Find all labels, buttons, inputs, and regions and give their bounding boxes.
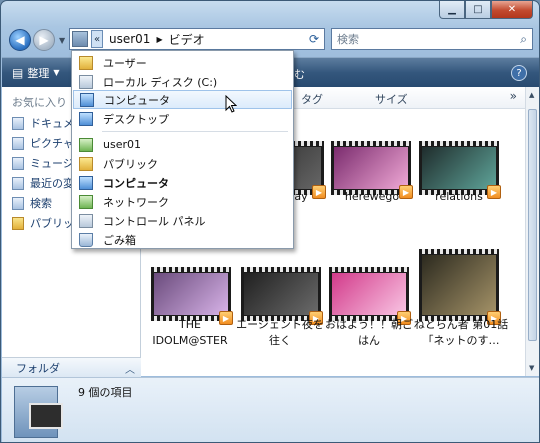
address-bar[interactable]: « user01 ▶ ビデオ — [69, 28, 325, 50]
user-folder-icon — [79, 137, 93, 152]
video-folder-icon — [14, 386, 63, 438]
maximize-icon: □ — [473, 4, 483, 15]
refresh-icon: ⟳ — [308, 32, 320, 46]
folders-label: フォルダ — [16, 361, 60, 375]
organize-dropdown-icon: ▼ — [53, 68, 60, 77]
favorite-pictures[interactable]: ピクチャ — [12, 135, 74, 151]
maximize-button[interactable]: □ — [465, 1, 491, 19]
menu-item-recycle-bin[interactable]: ごみ箱 — [73, 230, 292, 249]
network-icon — [79, 194, 93, 209]
video-title[interactable]: おはよう！！朝ごはん — [325, 317, 413, 349]
computer-icon — [79, 175, 93, 190]
menu-label: コンピュータ — [103, 176, 169, 190]
menu-label: コントロール パネル — [103, 214, 206, 228]
recycle-bin-icon — [79, 232, 93, 247]
menu-label: ネットワーク — [103, 195, 169, 209]
explorer-window: ▁ □ ✕ ◀ ▶ ▼ « user01 ▶ ビデオ ⟳ 検索 ⌕ ▤ 整理 ▼… — [0, 0, 540, 443]
organize-button[interactable]: ▤ 整理 ▼ — [12, 65, 60, 81]
caret-up-icon: ︿ — [125, 365, 135, 376]
folders-toggle-bar[interactable]: フォルダ ︿ — [2, 357, 141, 377]
breadcrumb-separator-icon[interactable]: ▶ — [156, 35, 162, 44]
menu-item-network[interactable]: ネットワーク — [73, 192, 292, 211]
favorite-label: ピクチャ — [30, 137, 74, 150]
menu-item-computer[interactable]: コンピュータ — [73, 173, 292, 192]
video-title[interactable]: THE IDOLM@STER — [147, 317, 233, 349]
film-frame — [419, 249, 499, 321]
menu-item-users[interactable]: ユーザー — [73, 53, 292, 72]
folder-location-icon — [72, 31, 88, 47]
forward-button[interactable]: ▶ — [33, 29, 55, 51]
search-icon[interactable]: ⌕ — [520, 32, 527, 47]
caption-buttons: ▁ □ ✕ — [439, 1, 533, 19]
public-folder-icon — [12, 216, 24, 230]
menu-label: ごみ箱 — [103, 233, 136, 247]
minimize-button[interactable]: ▁ — [439, 1, 465, 19]
refresh-button[interactable]: ⟳ — [305, 30, 323, 48]
breadcrumb-user01[interactable]: user01 — [109, 32, 150, 46]
menu-label: ローカル ディスク (C:) — [103, 75, 218, 89]
help-button[interactable]: ? — [511, 65, 527, 81]
address-dropdown-menu: ユーザー ローカル ディスク (C:) コンピュータ デスクトップ user01… — [71, 50, 294, 249]
scrollbar-thumb[interactable] — [528, 109, 537, 341]
menu-label: パブリック — [103, 157, 158, 171]
menu-item-computer-highlighted[interactable]: コンピュータ — [73, 90, 292, 109]
close-icon: ✕ — [507, 4, 517, 15]
back-button[interactable]: ◀ — [9, 29, 31, 51]
video-title[interactable]: relations — [415, 189, 503, 205]
documents-icon — [12, 116, 24, 130]
desktop-icon — [79, 111, 93, 126]
close-button[interactable]: ✕ — [491, 1, 533, 19]
organize-label: 整理 — [27, 66, 50, 80]
back-arrow-icon: ◀ — [15, 33, 25, 47]
scroll-up-icon[interactable]: ▲ — [529, 91, 534, 99]
more-columns-button[interactable]: » — [510, 89, 517, 103]
column-tag[interactable]: タグ — [301, 91, 323, 107]
music-icon — [12, 156, 24, 170]
menu-item-local-disk[interactable]: ローカル ディスク (C:) — [73, 72, 292, 91]
menu-label: デスクトップ — [103, 112, 169, 126]
local-disk-icon — [79, 74, 93, 89]
video-title[interactable]: ねとらん者 第01話「ネットのす… — [413, 317, 509, 349]
favorite-label: 検索 — [30, 197, 52, 210]
scroll-down-icon[interactable]: ▼ — [529, 364, 534, 372]
menu-label: user01 — [103, 138, 141, 151]
menu-item-public[interactable]: パブリック — [73, 154, 292, 173]
search-folder-icon — [12, 196, 24, 210]
help-icon: ? — [516, 67, 522, 79]
forward-arrow-icon: ▶ — [39, 33, 49, 47]
recent-pages-dropdown[interactable]: ▼ — [59, 36, 65, 45]
recent-changes-icon — [12, 176, 24, 190]
menu-label: コンピュータ — [104, 93, 170, 107]
navigation-buttons: ◀ ▶ ▼ — [9, 28, 65, 52]
menu-item-user01[interactable]: user01 — [73, 135, 292, 154]
toolbar-partially-hidden-label[interactable]: む — [294, 66, 305, 82]
public-folder-icon — [79, 156, 93, 171]
computer-icon — [80, 92, 94, 107]
menu-item-control-panel[interactable]: コントロール パネル — [73, 211, 292, 230]
breadcrumb-videos[interactable]: ビデオ — [169, 31, 205, 48]
address-overflow-chevron[interactable]: « — [91, 30, 103, 48]
item-count: 9 個の項目 — [78, 386, 133, 399]
vertical-scrollbar[interactable]: ▲ ▼ — [525, 87, 539, 376]
organize-icon: ▤ — [12, 65, 24, 80]
search-placeholder: 検索 — [337, 33, 359, 46]
control-panel-icon — [79, 213, 93, 228]
favorites-heading: お気に入り — [12, 96, 67, 109]
menu-label: ユーザー — [103, 56, 147, 70]
minimize-icon: ▁ — [448, 4, 456, 15]
favorite-search[interactable]: 検索 — [12, 195, 52, 211]
pictures-icon — [12, 136, 24, 150]
video-title[interactable]: エージェント夜を往く — [235, 317, 325, 349]
video-thumbnail[interactable]: ▶ — [419, 249, 501, 327]
search-box[interactable]: 検索 ⌕ — [331, 28, 533, 50]
details-pane: 9 個の項目 — [2, 377, 539, 442]
video-title[interactable]: herewego — [327, 189, 417, 205]
column-size[interactable]: サイズ — [375, 91, 408, 107]
users-folder-icon — [79, 55, 93, 70]
mouse-cursor-icon — [225, 95, 237, 113]
menu-separator — [102, 131, 288, 132]
menu-item-desktop[interactable]: デスクトップ — [73, 109, 292, 128]
